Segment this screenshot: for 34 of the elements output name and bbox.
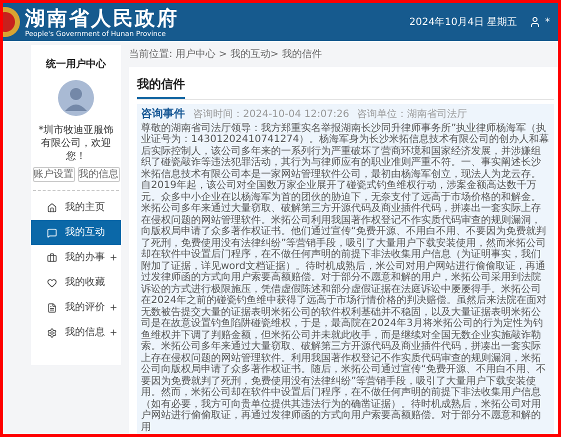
card-title: 我的信件 <box>137 75 185 99</box>
nav-item[interactable]: 我的信息 <box>31 320 121 345</box>
nav-label: 我的信息 <box>65 326 105 340</box>
letter-unit: 咨询单位：湖南省司法厅 <box>357 108 468 122</box>
settings-icon <box>47 328 57 338</box>
heart-icon <box>47 278 57 288</box>
nav-item[interactable]: 我的评价 <box>31 295 121 320</box>
document-icon <box>47 302 57 312</box>
nav-label: 我的互动 <box>65 226 105 240</box>
breadcrumb: 当前位置: 用户中心 > 我的互动> 我的信件 <box>129 48 323 62</box>
letter-type: 咨询事件 <box>141 106 185 122</box>
nav-label: 我的办事 <box>65 250 105 265</box>
user-icon[interactable] <box>529 16 541 28</box>
site-title: 湖南省人民政府 <box>25 6 179 30</box>
sidebar-title: 统一用户中心 <box>46 57 106 72</box>
nav-label: 我的评价 <box>65 300 105 315</box>
sidebar-button[interactable]: 我的信息 <box>78 167 120 182</box>
welcome-text: *圳市牧迪亚服饰有限公司，欢迎您！ <box>38 124 114 163</box>
nav-item[interactable]: 我的办事 <box>31 245 121 270</box>
letter-body: 尊敬的湖南省司法厅领导：我方郑重实名举报湖南长沙同升律师事务所”执业律师杨海军（执业证号为：14301202410741274）。杨海军身为长沙米拓信息技术有限公司的创办人和幕后实际控制人，该公司多年来的一系列行为严重破坏了营商环境和国家经济发展，并涉嫌组织了碰瓷敲诈等违法犯罪活动，其行为与律师应有的职业准则严重不符。一、事实阐述长沙米拓信息技术有限公司本是一家网站管理软件公司，最初由杨海军创立，现法人为龙云存。自2019年起，该公司对全国数万家企业展开了碰瓷式钓鱼维权行动，涉案金额高达数千万元。众多中小企业在以杨海军为首的团伙的胁迫下，无奈支付了远高于市场价格的和解金。米拓公司多年来通过大量窃取、破解第三方开源代码及商业插件代码，拼凑出一套实际上存在侵权问题的网站管理软件。米拓公司利用我国著作权登记不作实质代码审查的规则漏洞，向版权局申请了众多著作权证书。他们通过宣传“免费开源、不用白不用、不要因为免费就判了死刑，免费使用没有法律纠纷”等营销手段，吸引了大量用户下载安装使用，然而米拓公司却在软件中设置后门程序，在不做任何声明的前提下非法收集用户信息（为证明事实，我们附加了证据，详见word文档证据）。待时机成熟后，米公司对用户网站进行偷偷取证，再通过发律师函的方式向用户索要高额赔偿。对于部分不愿意和解的用户，米拓公司采用到法院诉讼的方式进行极限施压，凭借虚假陈述和部分虚假证据在法庭诉讼中屡屡得手。米拓公司在2024年之前的碰瓷钓鱼维中获得了远高于市场行情价格的判决赔偿。虽然后来法院在面对无数被告提交大量的证据表明米拓公司的软件权利基础并不稳固，以及大量证据表明米拓公司是在故意设置钓鱼陷阱碰瓷维权，于是，最高院在2024年3月将米拓公司的行为定性为钓鱼维权并下调了判赔金额，但米拓公司并未就此收手，而是继续对全国无数企业实施敲诈勒索。米拓公司多年来通过大量窃取、破解第三方开源代码及商业插件代码，拼凑出一套实际上存在侵权问题的网站管理软件。利用我国著作权登记不作实质代码审查的规则漏洞，米拓公司向版权局申请了众多著作权证书。随后，米拓公司通过宣传“免费开源、不用白不用、不要因为免费就判了死刑，免费使用没有法律纠纷”等营销手段，吸引了大量用户下载安装使用。然而，米拓公司却在软件中设置后门程序，在不做任何声明的前提下非法收集用户信息（如有必要，我方可向贵单位提供其违法行为的确凿证据）。待时机成熟后，米拓公司对用户网站进行偷偷取证，再通过发律师函的方式向用户索要高额赔偿。对于部分不愿意和解的用 <box>141 122 550 433</box>
letter-time: 咨询时间：2024-10-04 12:07:26 <box>193 108 350 122</box>
sidebar-button[interactable]: 账户设置 <box>32 167 74 182</box>
nav-item[interactable]: 我的主页 <box>31 195 121 220</box>
nav-label: 我的收藏 <box>65 276 105 290</box>
nav-item[interactable]: 我的收藏 <box>31 270 121 295</box>
message-icon <box>47 228 57 238</box>
nav-label: 我的主页 <box>65 200 105 215</box>
emblem-icon <box>3 5 21 39</box>
home-icon <box>47 202 57 212</box>
briefcase-icon <box>47 252 57 262</box>
nav-item[interactable]: 我的互动 <box>31 220 121 245</box>
user-name[interactable]: * <box>545 14 550 30</box>
avatar-icon <box>58 80 94 116</box>
date-text: 2024年10月4日 星期五 <box>409 16 517 30</box>
